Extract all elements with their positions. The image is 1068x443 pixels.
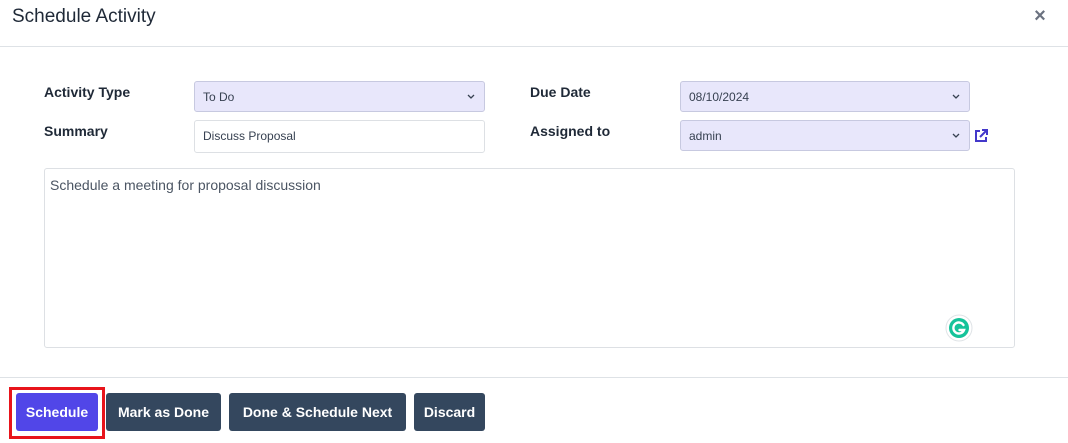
mark-as-done-button[interactable]: Mark as Done — [106, 393, 221, 431]
dialog-header: Schedule Activity × — [0, 0, 1068, 47]
external-link-icon[interactable] — [973, 128, 989, 144]
chevron-down-icon — [952, 133, 960, 138]
due-date-select[interactable]: 08/10/2024 — [680, 81, 970, 112]
summary-label: Summary — [44, 123, 108, 139]
chevron-down-icon — [952, 94, 960, 99]
note-textarea[interactable]: Schedule a meeting for proposal discussi… — [44, 168, 1015, 348]
summary-input[interactable]: Discuss Proposal — [194, 120, 485, 153]
note-text: Schedule a meeting for proposal discussi… — [50, 177, 321, 193]
schedule-activity-dialog: Schedule Activity × Activity Type To Do … — [0, 0, 1068, 443]
activity-type-label: Activity Type — [44, 84, 131, 100]
activity-type-select[interactable]: To Do — [194, 81, 485, 112]
close-icon[interactable]: × — [1030, 6, 1050, 26]
schedule-button[interactable]: Schedule — [16, 393, 98, 431]
assigned-to-label: Assigned to — [530, 123, 611, 139]
assigned-to-select[interactable]: admin — [680, 120, 970, 151]
chevron-down-icon — [467, 94, 475, 99]
due-date-value: 08/10/2024 — [689, 90, 750, 104]
done-schedule-next-button[interactable]: Done & Schedule Next — [229, 393, 406, 431]
footer-divider — [0, 377, 1068, 378]
activity-type-value: To Do — [203, 90, 235, 104]
grammarly-icon[interactable] — [945, 314, 973, 342]
dialog-title: Schedule Activity — [12, 6, 156, 27]
assigned-to-value: admin — [689, 129, 722, 143]
due-date-label: Due Date — [530, 84, 591, 100]
discard-button[interactable]: Discard — [414, 393, 485, 431]
